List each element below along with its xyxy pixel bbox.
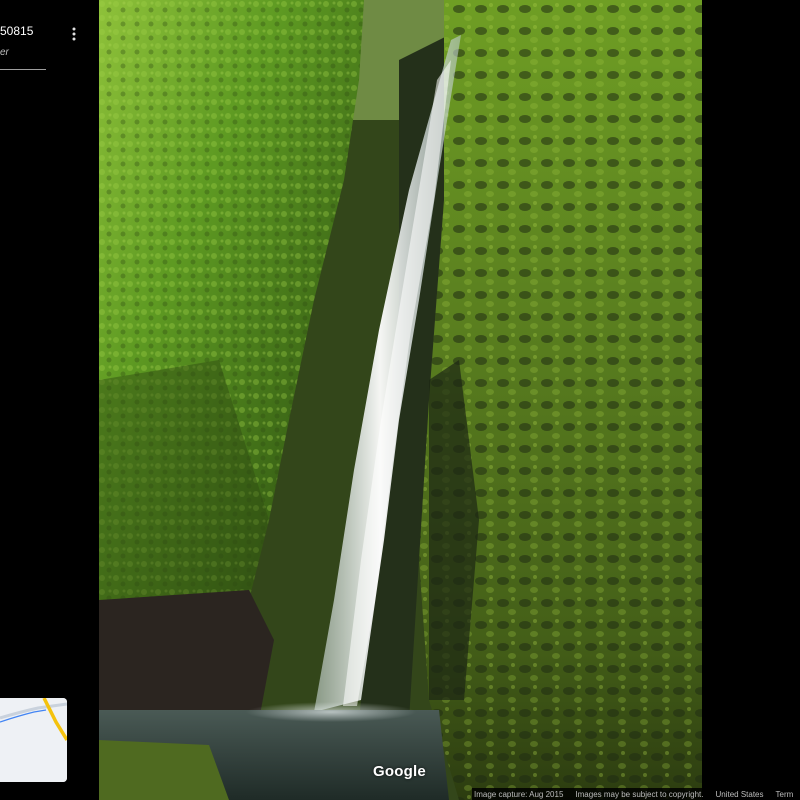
waterfall-photo[interactable] [99, 0, 702, 800]
image-capture-date: Image capture: Aug 2015 [474, 789, 564, 799]
more-options-button[interactable] [64, 22, 84, 46]
terms-link[interactable]: Term [776, 790, 794, 799]
footer-bar: Image capture: Aug 2015 Images may be su… [472, 788, 800, 800]
header-divider [0, 69, 46, 70]
contributor-name[interactable]: er [0, 47, 9, 58]
google-logo: Google [373, 763, 426, 780]
photo-viewer: 50815 er Google Image capture: Aug 2015 … [0, 0, 800, 800]
copyright-notice: Images may be subject to copyright. [575, 789, 704, 799]
more-vert-icon [72, 27, 76, 41]
region-link[interactable]: United States [715, 790, 763, 799]
place-title: 50815 [0, 24, 34, 38]
minimap-map [0, 698, 67, 782]
waterfall-image [99, 0, 702, 800]
minimap[interactable] [0, 698, 67, 782]
info-panel-header: 50815 er [0, 0, 98, 80]
